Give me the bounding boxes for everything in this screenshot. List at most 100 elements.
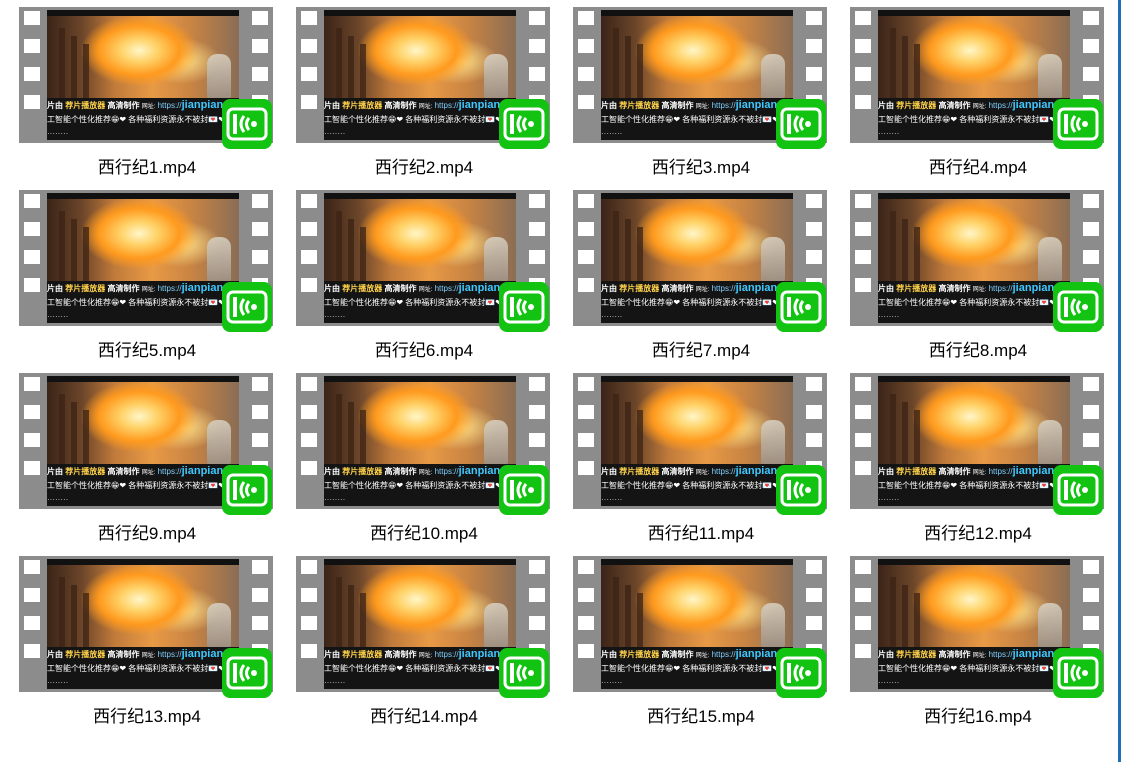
video-frame-preview: 片由 荐片播放器 高清制作 网址: https://jianpian 工智能个性… [324,193,516,323]
video-file-item[interactable]: 片由 荐片播放器 高清制作 网址: https://jianpian 工智能个性… [296,373,566,553]
file-name-label[interactable]: 西行纪16.mp4 [850,702,1106,727]
embedded-subtitle: 片由 荐片播放器 高清制作 网址: https://jianpian 工智能个性… [601,98,793,140]
film-sprocket-hole [24,250,40,264]
video-thumbnail: 片由 荐片播放器 高清制作 网址: https://jianpian 工智能个性… [19,556,273,700]
film-sprocket-hole [806,194,822,208]
video-file-item[interactable]: 片由 荐片播放器 高清制作 网址: https://jianpian 工智能个性… [850,556,1120,736]
film-sprocket-hole [301,433,317,447]
video-file-item[interactable]: 片由 荐片播放器 高清制作 网址: https://jianpian 工智能个性… [19,7,289,187]
video-file-item[interactable]: 片由 荐片播放器 高清制作 网址: https://jianpian 工智能个性… [19,556,289,736]
film-sprocket-hole [855,194,871,208]
film-sprocket-hole [24,377,40,391]
file-name-label[interactable]: 西行纪9.mp4 [19,519,275,544]
file-name-label[interactable]: 西行纪13.mp4 [19,702,275,727]
video-thumbnail: 片由 荐片播放器 高清制作 网址: https://jianpian 工智能个性… [296,190,550,334]
film-sprocket-hole [24,644,40,658]
video-thumbnail: 片由 荐片播放器 高清制作 网址: https://jianpian 工智能个性… [573,556,827,700]
film-sprocket-hole [529,250,545,264]
file-grid: 片由 荐片播放器 高清制作 网址: https://jianpian 工智能个性… [0,0,1117,762]
film-sprocket-hole [1083,405,1099,419]
embedded-subtitle: 片由 荐片播放器 高清制作 网址: https://jianpian 工智能个性… [47,281,239,323]
film-sprocket-hole [806,250,822,264]
video-file-item[interactable]: 片由 荐片播放器 高清制作 网址: https://jianpian 工智能个性… [296,7,566,187]
video-file-item[interactable]: 片由 荐片播放器 高清制作 网址: https://jianpian 工智能个性… [850,373,1120,553]
video-file-item[interactable]: 片由 荐片播放器 高清制作 网址: https://jianpian 工智能个性… [573,556,843,736]
video-player-badge-icon [499,465,549,515]
film-sprocket-hole [855,95,871,109]
explosion-scene-image [47,382,239,464]
file-name-label[interactable]: 西行纪8.mp4 [850,336,1106,361]
video-thumbnail: 片由 荐片播放器 高清制作 网址: https://jianpian 工智能个性… [296,373,550,517]
film-sprocket-hole [24,11,40,25]
film-sprocket-hole [1083,39,1099,53]
video-thumbnail: 片由 荐片播放器 高清制作 网址: https://jianpian 工智能个性… [19,373,273,517]
film-sprocket-hole [578,644,594,658]
video-file-item[interactable]: 片由 荐片播放器 高清制作 网址: https://jianpian 工智能个性… [296,556,566,736]
file-name-label[interactable]: 西行纪4.mp4 [850,153,1106,178]
video-file-item[interactable]: 片由 荐片播放器 高清制作 网址: https://jianpian 工智能个性… [573,373,843,553]
video-player-badge-icon [499,648,549,698]
video-frame-preview: 片由 荐片播放器 高清制作 网址: https://jianpian 工智能个性… [47,10,239,140]
video-file-item[interactable]: 片由 荐片播放器 高清制作 网址: https://jianpian 工智能个性… [19,373,289,553]
film-sprocket-hole [24,67,40,81]
video-file-item[interactable]: 片由 荐片播放器 高清制作 网址: https://jianpian 工智能个性… [850,7,1120,187]
file-name-label[interactable]: 西行纪1.mp4 [19,153,275,178]
file-name-label[interactable]: 西行纪6.mp4 [296,336,552,361]
video-file-item[interactable]: 片由 荐片播放器 高清制作 网址: https://jianpian 工智能个性… [296,190,566,370]
statue-image [761,420,785,464]
film-sprocket-hole [301,377,317,391]
file-name-label[interactable]: 西行纪7.mp4 [573,336,829,361]
video-file-item[interactable]: 片由 荐片播放器 高清制作 网址: https://jianpian 工智能个性… [573,190,843,370]
explosion-scene-image [324,16,516,98]
video-frame-preview: 片由 荐片播放器 高清制作 网址: https://jianpian 工智能个性… [47,193,239,323]
video-player-badge-icon [1053,282,1103,332]
film-sprocket-hole [578,250,594,264]
film-sprocket-hole [806,39,822,53]
video-frame-preview: 片由 荐片播放器 高清制作 网址: https://jianpian 工智能个性… [601,10,793,140]
embedded-subtitle: 片由 荐片播放器 高清制作 网址: https://jianpian 工智能个性… [47,464,239,506]
file-name-label[interactable]: 西行纪10.mp4 [296,519,552,544]
video-player-badge-icon [222,99,272,149]
film-sprocket-hole [529,39,545,53]
statue-image [1038,420,1062,464]
video-player-badge-icon [1053,99,1103,149]
film-sprocket-hole [855,588,871,602]
film-sprocket-hole [578,405,594,419]
embedded-subtitle: 片由 荐片播放器 高清制作 网址: https://jianpian 工智能个性… [47,98,239,140]
file-name-label[interactable]: 西行纪3.mp4 [573,153,829,178]
embedded-subtitle: 片由 荐片播放器 高清制作 网址: https://jianpian 工智能个性… [601,281,793,323]
embedded-subtitle: 片由 荐片播放器 高清制作 网址: https://jianpian 工智能个性… [324,98,516,140]
explosion-scene-image [47,16,239,98]
film-sprocket-hole [24,461,40,475]
file-name-label[interactable]: 西行纪2.mp4 [296,153,552,178]
file-name-label[interactable]: 西行纪11.mp4 [573,519,829,544]
film-sprocket-hole [855,616,871,630]
video-thumbnail: 片由 荐片播放器 高清制作 网址: https://jianpian 工智能个性… [573,190,827,334]
video-frame-preview: 片由 荐片播放器 高清制作 网址: https://jianpian 工智能个性… [47,376,239,506]
video-thumbnail: 片由 荐片播放器 高清制作 网址: https://jianpian 工智能个性… [19,190,273,334]
embedded-subtitle: 片由 荐片播放器 高清制作 网址: https://jianpian 工智能个性… [47,647,239,689]
film-sprocket-hole [252,11,268,25]
film-sprocket-hole [24,278,40,292]
embedded-subtitle: 片由 荐片播放器 高清制作 网址: https://jianpian 工智能个性… [601,464,793,506]
film-sprocket-hole [301,588,317,602]
film-sprocket-hole [252,250,268,264]
film-sprocket-hole [1083,588,1099,602]
explosion-scene-image [47,565,239,647]
video-file-item[interactable]: 片由 荐片播放器 高清制作 网址: https://jianpian 工智能个性… [573,7,843,187]
file-name-label[interactable]: 西行纪15.mp4 [573,702,829,727]
video-thumbnail: 片由 荐片播放器 高清制作 网址: https://jianpian 工智能个性… [850,373,1104,517]
film-sprocket-hole [529,377,545,391]
video-player-badge-icon [776,648,826,698]
video-file-item[interactable]: 片由 荐片播放器 高清制作 网址: https://jianpian 工智能个性… [850,190,1120,370]
explosion-scene-image [324,565,516,647]
film-sprocket-hole [301,194,317,208]
explosion-scene-image [878,565,1070,647]
video-file-item[interactable]: 片由 荐片播放器 高清制作 网址: https://jianpian 工智能个性… [19,190,289,370]
statue-image [1038,54,1062,98]
statue-image [484,54,508,98]
file-name-label[interactable]: 西行纪14.mp4 [296,702,552,727]
file-name-label[interactable]: 西行纪12.mp4 [850,519,1106,544]
film-sprocket-hole [24,405,40,419]
file-name-label[interactable]: 西行纪5.mp4 [19,336,275,361]
